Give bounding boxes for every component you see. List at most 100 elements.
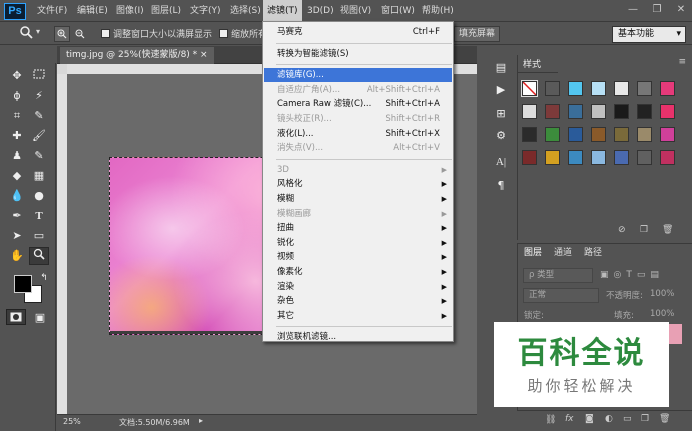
style-swatch[interactable] [591, 150, 606, 165]
layer-filter-icons[interactable]: ▣◎T▭▤ [600, 270, 664, 280]
style-swatch[interactable] [522, 104, 537, 119]
style-swatch[interactable] [568, 127, 583, 142]
hand-tool-icon[interactable]: ✋ [7, 247, 27, 265]
opacity-value[interactable]: 100% [650, 289, 674, 299]
close-button[interactable]: ✕ [670, 2, 692, 18]
close-tab-icon[interactable]: × [200, 50, 208, 60]
document-tab[interactable]: timg.jpg @ 25%(快速蒙版/8) * × [60, 47, 214, 64]
style-swatch[interactable] [637, 127, 652, 142]
layer-kind-filter[interactable]: ρ 类型 [523, 268, 593, 283]
tab-paths[interactable]: 路径 [584, 246, 602, 261]
no-style-icon[interactable]: ⊘ [618, 225, 626, 235]
zoom-all-windows-checkbox[interactable] [219, 29, 228, 38]
zoom-icon[interactable] [16, 25, 36, 43]
filter-menu-item[interactable]: 其它 ▶ [264, 309, 452, 323]
zoom-level[interactable]: 25% [63, 417, 81, 426]
style-swatch[interactable] [660, 81, 675, 96]
filter-menu-item[interactable]: 像素化 ▶ [264, 265, 452, 279]
fx-icon[interactable]: fx [565, 414, 574, 424]
style-swatch[interactable] [660, 104, 675, 119]
crop-tool-icon[interactable]: ⌗ [7, 107, 27, 125]
style-swatch[interactable] [591, 127, 606, 142]
menu-item-3[interactable]: 图层(L) [147, 0, 185, 22]
style-swatch[interactable] [614, 81, 629, 96]
filter-menu-item[interactable]: 视频 ▶ [264, 250, 452, 264]
new-group-icon[interactable]: ▭ [623, 414, 632, 424]
styles-tab[interactable]: 样式 [518, 57, 558, 73]
type-tool-icon[interactable]: T [29, 207, 49, 225]
brush-tool-icon[interactable]: 🖌 [29, 127, 49, 145]
style-swatch[interactable] [522, 127, 537, 142]
tool-preset-chevron-icon[interactable]: ▾ [36, 27, 40, 36]
filter-menu-item[interactable]: 液化(L)... Shift+Ctrl+X [264, 127, 452, 141]
filter-menu-item[interactable]: 渲染 ▶ [264, 280, 452, 294]
style-swatch[interactable] [591, 81, 606, 96]
menu-item-5[interactable]: 选择(S) [226, 0, 265, 22]
zoom-tool-icon[interactable] [29, 247, 49, 265]
style-swatch[interactable] [522, 150, 537, 165]
swap-colors-icon[interactable]: ↰ [34, 269, 54, 287]
style-swatch[interactable] [591, 104, 606, 119]
delete-style-icon[interactable]: 🗑 [662, 225, 673, 235]
menu-item-4[interactable]: 文字(Y) [186, 0, 225, 22]
new-style-icon[interactable]: ❐ [640, 225, 648, 235]
add-mask-icon[interactable]: ◙ [585, 414, 594, 424]
menu-item-9[interactable]: 窗口(W) [377, 0, 419, 22]
magic-wand-icon[interactable]: ⚡ [29, 87, 49, 105]
link-layers-icon[interactable]: ⛓ [545, 415, 556, 425]
blur-tool-icon[interactable]: 💧 [7, 187, 27, 205]
blend-mode-select[interactable]: 正常 [523, 288, 599, 303]
zoom-in-button[interactable] [54, 26, 70, 42]
marquee-tool-icon[interactable] [29, 67, 49, 85]
panel-menu-icon[interactable]: ≡ [678, 57, 686, 67]
filter-menu-item[interactable]: 转换为智能滤镜(S) [264, 47, 452, 61]
menu-item-10[interactable]: 帮助(H) [418, 0, 458, 22]
eyedropper-icon[interactable]: ✎ [29, 107, 49, 125]
style-swatch[interactable] [545, 104, 560, 119]
tab-channels[interactable]: 通道 [554, 246, 572, 261]
filter-menu-item[interactable]: 锐化 ▶ [264, 236, 452, 250]
menu-item-8[interactable]: 视图(V) [336, 0, 375, 22]
gradient-tool-icon[interactable]: ▦ [29, 167, 49, 185]
filter-menu-item[interactable]: 杂色 ▶ [264, 294, 452, 308]
new-layer-icon[interactable]: ❐ [641, 414, 649, 424]
filter-menu-item[interactable]: 浏览联机滤镜... [264, 330, 452, 344]
style-swatch[interactable] [660, 127, 675, 142]
adjustment-layer-icon[interactable]: ◐ [605, 414, 613, 424]
layer-comps-icon[interactable]: ⊞ [492, 105, 510, 123]
style-swatch[interactable] [545, 150, 560, 165]
menu-item-2[interactable]: 图像(I) [112, 0, 148, 22]
style-swatch[interactable] [568, 81, 583, 96]
status-menu-arrow-icon[interactable]: ▸ [199, 416, 203, 425]
style-swatch[interactable] [521, 80, 538, 97]
fill-value[interactable]: 100% [650, 309, 674, 319]
resize-windows-checkbox[interactable] [101, 29, 110, 38]
healing-brush-icon[interactable]: ✚ [7, 127, 27, 145]
filter-menu-item[interactable]: Camera Raw 滤镜(C)... Shift+Ctrl+A [264, 97, 452, 111]
history-panel-icon[interactable]: ▤ [492, 59, 510, 77]
shape-tool-icon[interactable]: ▭ [29, 227, 49, 245]
eraser-tool-icon[interactable]: ◆ [7, 167, 27, 185]
pen-tool-icon[interactable]: ✒ [7, 207, 27, 225]
style-swatch[interactable] [660, 150, 675, 165]
quick-mask-icon[interactable] [6, 309, 26, 325]
workspace-select[interactable]: 基本功能 ▾ [612, 26, 686, 43]
clone-stamp-icon[interactable]: ♟ [7, 147, 27, 165]
lasso-tool-icon[interactable]: ϕ [7, 87, 27, 105]
style-swatch[interactable] [614, 104, 629, 119]
minimize-button[interactable]: — [622, 2, 644, 18]
zoom-out-button[interactable] [72, 26, 88, 42]
move-tool-icon[interactable]: ✥ [7, 67, 27, 85]
properties-panel-icon[interactable]: ⚙ [492, 127, 510, 145]
filter-menu-item[interactable]: 马赛克 Ctrl+F [264, 25, 452, 39]
delete-layer-icon[interactable]: 🗑 [659, 414, 670, 424]
menu-item-1[interactable]: 编辑(E) [73, 0, 112, 22]
style-swatch[interactable] [637, 150, 652, 165]
style-swatch[interactable] [545, 81, 560, 96]
filter-menu-item[interactable]: 风格化 ▶ [264, 177, 452, 191]
style-swatch[interactable] [545, 127, 560, 142]
style-swatch[interactable] [637, 81, 652, 96]
menu-item-7[interactable]: 3D(D) [303, 0, 338, 22]
menu-item-0[interactable]: 文件(F) [33, 0, 71, 22]
style-swatch[interactable] [568, 104, 583, 119]
